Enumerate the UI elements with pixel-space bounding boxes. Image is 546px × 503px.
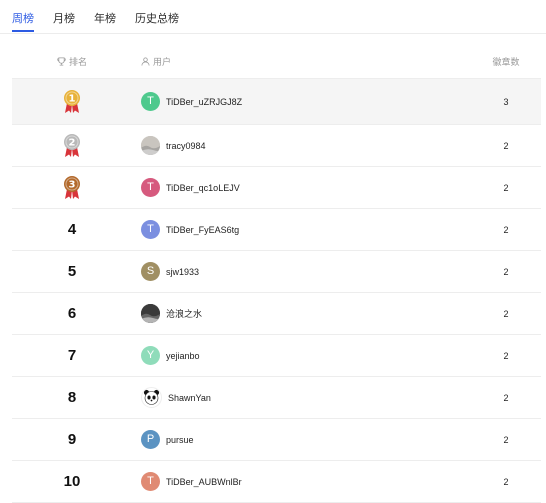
badge-count: 2 bbox=[503, 308, 509, 319]
table-body: 1 T TiDBer_uZRJGJ8Z 3 2 tracy0984 2 3 T TiDBer_qc… bbox=[12, 79, 541, 503]
avatar[interactable]: T bbox=[141, 178, 160, 197]
rank-number: 4 bbox=[67, 221, 77, 238]
user-cell: Ppursue bbox=[132, 430, 471, 449]
badge-count: 2 bbox=[503, 434, 509, 445]
avatar[interactable]: Y bbox=[141, 346, 160, 365]
tab-weekly[interactable]: 周榜 bbox=[12, 0, 34, 32]
user-cell: Yyejianbo bbox=[132, 346, 471, 365]
table-row: 7 Yyejianbo 2 bbox=[12, 335, 541, 377]
avatar[interactable] bbox=[141, 136, 160, 155]
table-row: 6 沧浪之水 2 bbox=[12, 293, 541, 335]
badge-count: 2 bbox=[503, 266, 509, 277]
count-header: 徽章数 bbox=[471, 55, 541, 68]
table-row: 2 tracy0984 2 bbox=[12, 125, 541, 167]
avatar[interactable]: T bbox=[141, 92, 160, 111]
avatar[interactable] bbox=[141, 304, 160, 323]
username-link[interactable]: 沧浪之水 bbox=[166, 307, 202, 320]
avatar[interactable] bbox=[141, 387, 162, 408]
badge-count-cell: 2 bbox=[471, 435, 541, 445]
badge-count: 3 bbox=[503, 96, 509, 107]
table-row: 1 T TiDBer_uZRJGJ8Z 3 bbox=[12, 79, 541, 125]
table-row: 4 T TiDBer_FyEAS6tg 2 bbox=[12, 209, 541, 251]
username-link[interactable]: tracy0984 bbox=[166, 141, 206, 151]
medal-rank-number: 2 bbox=[69, 137, 76, 148]
badge-count-cell: 2 bbox=[471, 183, 541, 193]
table-row: 10 T TiDBer_AUBWnlBr 2 bbox=[12, 461, 541, 503]
rank-number: 8 bbox=[67, 389, 77, 406]
avatar[interactable]: T bbox=[141, 220, 160, 239]
username-link[interactable]: TiDBer_FyEAS6tg bbox=[166, 225, 239, 235]
badge-count: 2 bbox=[503, 476, 509, 487]
username-link[interactable]: TiDBer_uZRJGJ8Z bbox=[166, 97, 242, 107]
username-link[interactable]: ShawnYan bbox=[168, 393, 211, 403]
table-row: 9 Ppursue 2 bbox=[12, 419, 541, 461]
rank-cell: 6 bbox=[12, 305, 132, 322]
tab-yearly[interactable]: 年榜 bbox=[94, 0, 116, 26]
avatar[interactable]: T bbox=[141, 472, 160, 491]
badge-count-cell: 2 bbox=[471, 141, 541, 151]
rank-header-label: 排名 bbox=[68, 57, 87, 67]
user-cell: T TiDBer_FyEAS6tg bbox=[132, 220, 471, 239]
rank-cell: 8 bbox=[12, 389, 132, 406]
badge-count-cell: 2 bbox=[471, 267, 541, 277]
badge-count: 2 bbox=[503, 392, 509, 403]
username-link[interactable]: yejianbo bbox=[166, 351, 200, 361]
table-row: 5 Ssjw1933 2 bbox=[12, 251, 541, 293]
username-link[interactable]: pursue bbox=[166, 435, 194, 445]
count-header-label: 徽章数 bbox=[492, 57, 520, 67]
bronze-medal-icon: 3 bbox=[63, 175, 81, 201]
username-link[interactable]: TiDBer_qc1oLEJV bbox=[166, 183, 240, 193]
rank-cell: 5 bbox=[12, 263, 132, 280]
gold-medal-icon: 1 bbox=[63, 89, 81, 115]
badge-count-cell: 2 bbox=[471, 393, 541, 403]
badge-count-cell: 2 bbox=[471, 225, 541, 235]
silver-medal-icon: 2 bbox=[63, 133, 81, 159]
badge-count: 2 bbox=[503, 350, 509, 361]
rank-cell: 2 bbox=[12, 133, 132, 159]
user-icon bbox=[141, 57, 150, 66]
badge-count-cell: 2 bbox=[471, 477, 541, 487]
badge-count: 2 bbox=[503, 224, 509, 235]
user-cell: 沧浪之水 bbox=[132, 304, 471, 323]
rank-cell: 4 bbox=[12, 221, 132, 238]
badge-count: 2 bbox=[503, 140, 509, 151]
rank-number: 5 bbox=[67, 263, 77, 280]
rank-cell: 10 bbox=[12, 473, 132, 490]
tab-all-time[interactable]: 历史总榜 bbox=[135, 0, 179, 26]
rank-cell: 3 bbox=[12, 175, 132, 201]
trophy-icon bbox=[57, 57, 66, 66]
rank-cell: 7 bbox=[12, 347, 132, 364]
avatar[interactable]: S bbox=[141, 262, 160, 281]
badge-count-cell: 2 bbox=[471, 309, 541, 319]
badge-count-cell: 3 bbox=[471, 97, 541, 107]
username-link[interactable]: sjw1933 bbox=[166, 267, 199, 277]
ranking-tabs: 周榜 月榜 年榜 历史总榜 bbox=[0, 0, 546, 34]
user-cell: Ssjw1933 bbox=[132, 262, 471, 281]
user-header-label: 用户 bbox=[153, 57, 172, 67]
user-cell: T TiDBer_qc1oLEJV bbox=[132, 178, 471, 197]
badge-count: 2 bbox=[503, 182, 509, 193]
table-header: 排名 用户 徽章数 bbox=[12, 45, 541, 79]
avatar[interactable]: P bbox=[141, 430, 160, 449]
rank-header: 排名 bbox=[12, 55, 132, 68]
medal-rank-number: 1 bbox=[69, 93, 76, 104]
user-cell: T TiDBer_uZRJGJ8Z bbox=[132, 92, 471, 111]
badge-count-cell: 2 bbox=[471, 351, 541, 361]
username-link[interactable]: TiDBer_AUBWnlBr bbox=[166, 477, 242, 487]
rank-number: 6 bbox=[67, 305, 77, 322]
rank-cell: 9 bbox=[12, 431, 132, 448]
table-row: 3 T TiDBer_qc1oLEJV 2 bbox=[12, 167, 541, 209]
user-cell: T TiDBer_AUBWnlBr bbox=[132, 472, 471, 491]
table-row: 8 ShawnYan 2 bbox=[12, 377, 541, 419]
medal-rank-number: 3 bbox=[69, 179, 76, 190]
tab-monthly[interactable]: 月榜 bbox=[53, 0, 75, 26]
user-header: 用户 bbox=[132, 55, 471, 68]
rank-cell: 1 bbox=[12, 89, 132, 115]
user-cell: ShawnYan bbox=[132, 387, 471, 408]
user-cell: tracy0984 bbox=[132, 136, 471, 155]
rank-number: 10 bbox=[63, 473, 81, 490]
leaderboard-table: 排名 用户 徽章数 1 T TiDBer_uZRJGJ8Z 3 2 tracy0984 2 3… bbox=[12, 45, 541, 503]
rank-number: 9 bbox=[67, 431, 77, 448]
rank-number: 7 bbox=[67, 347, 77, 364]
